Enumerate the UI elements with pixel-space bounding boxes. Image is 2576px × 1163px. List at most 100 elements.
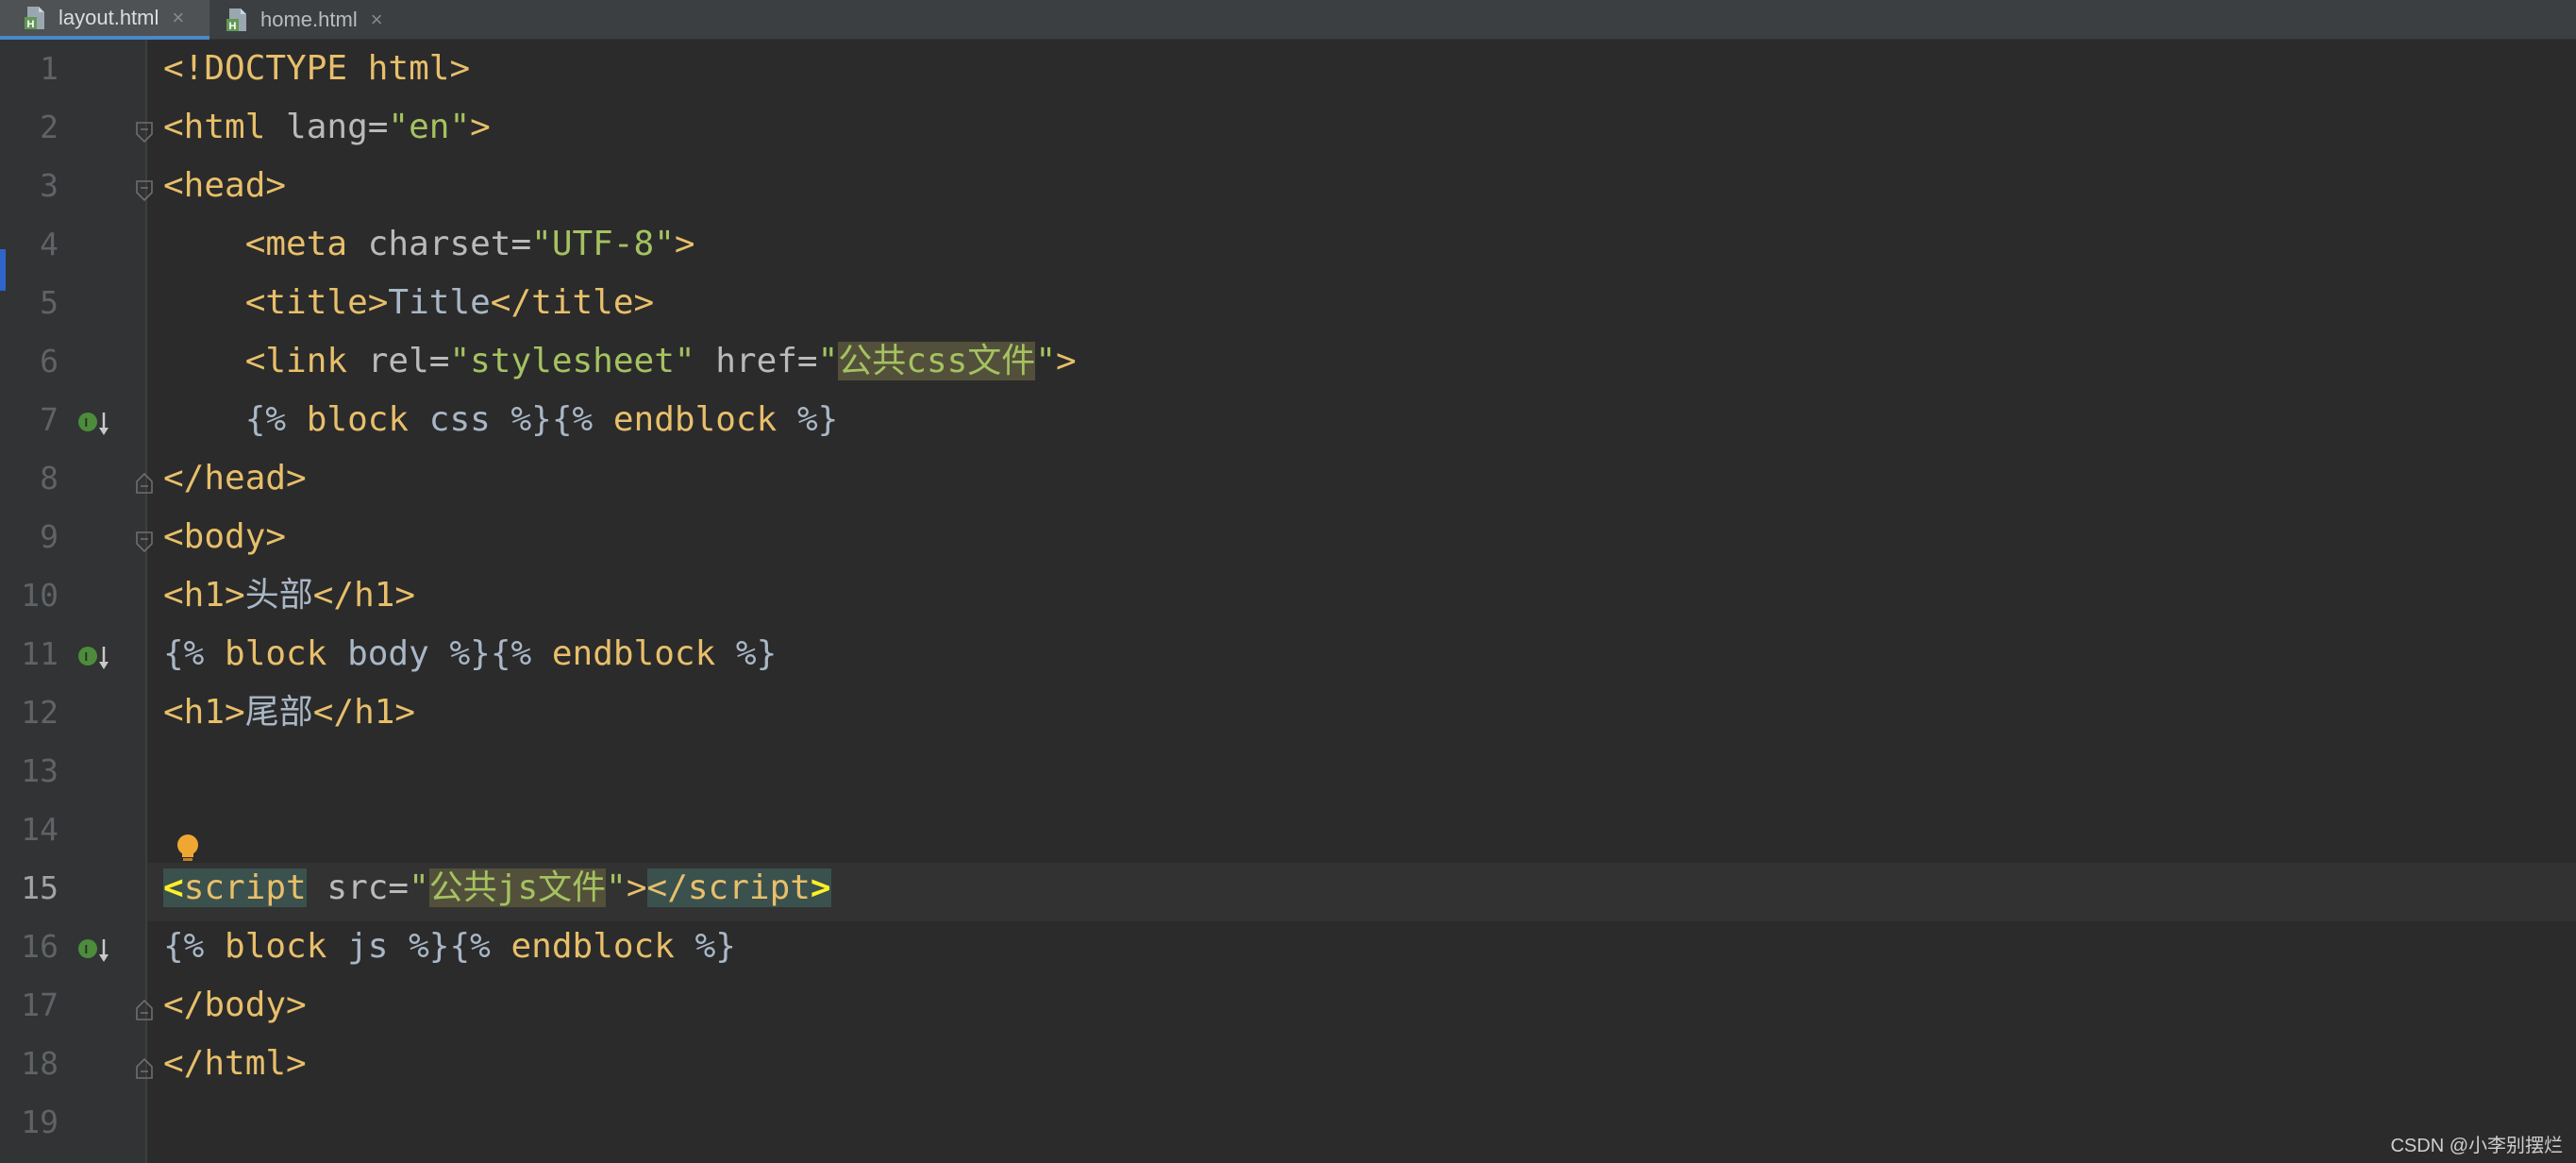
attr-name: charset=: [347, 225, 532, 263]
line-number[interactable]: 17: [6, 976, 59, 1035]
code-line-6: <link rel="stylesheet" href="公共css文件">: [163, 332, 1077, 391]
svg-text:I: I: [85, 415, 89, 430]
fold-marker-icon[interactable]: [135, 121, 154, 143]
head-close-tag: </head>: [163, 459, 307, 497]
line-number[interactable]: 14: [6, 801, 59, 859]
code-line-1: <!DOCTYPE html>: [163, 40, 470, 98]
quote: ": [606, 868, 627, 907]
code-line-12: <h1>尾部</h1>: [163, 683, 415, 742]
code-line-11: {% block body %}{% endblock %}: [163, 625, 777, 683]
template-keyword: block: [286, 400, 410, 439]
doctype-rest: html>: [347, 49, 471, 88]
fold-marker-icon[interactable]: [135, 472, 154, 495]
line-number[interactable]: 12: [6, 683, 59, 742]
template-delim: %}: [388, 927, 450, 966]
code-line-10: <h1>头部</h1>: [163, 566, 415, 625]
svg-text:I: I: [85, 942, 89, 956]
close-tab-icon[interactable]: ×: [371, 8, 383, 32]
tag-bracket: <: [163, 868, 184, 907]
line-number[interactable]: 10: [6, 566, 59, 625]
tag-close: >: [626, 868, 647, 907]
tag-close: >: [470, 108, 491, 146]
h1-close-tag: </h1>: [312, 693, 416, 732]
fold-marker-icon[interactable]: [135, 179, 154, 202]
code-editor[interactable]: [147, 40, 2576, 1163]
meta-tag: <meta: [244, 225, 348, 263]
script-open-tag: script: [183, 868, 307, 907]
attr-value: "UTF-8": [531, 225, 675, 263]
line-number[interactable]: 18: [6, 1035, 59, 1093]
body-open-tag: <body>: [163, 517, 287, 556]
fold-marker-icon[interactable]: [135, 531, 154, 553]
line-number[interactable]: 5: [6, 274, 59, 332]
template-delim: {%: [163, 927, 205, 966]
code-line-7: {% block css %}{% endblock %}: [163, 391, 839, 449]
template-delim: %}: [715, 634, 778, 673]
implemented-block-icon[interactable]: I: [77, 410, 109, 438]
template-delim: %}: [674, 927, 736, 966]
fold-marker-icon[interactable]: [135, 1057, 154, 1080]
code-line-3: <head>: [163, 157, 286, 215]
body-close-tag: </body>: [163, 986, 307, 1024]
tab-label: layout.html: [59, 6, 159, 29]
line-number[interactable]: 6: [6, 332, 59, 391]
code-line-9: <body>: [163, 508, 286, 566]
line-number[interactable]: 3: [6, 157, 59, 215]
implemented-block-icon[interactable]: I: [77, 936, 109, 965]
tab-label: home.html: [260, 8, 358, 31]
code-line-2: <html lang="en">: [163, 98, 491, 157]
title-open-tag: <title>: [244, 283, 389, 322]
line-number[interactable]: 15: [6, 859, 59, 918]
tag-close: >: [1056, 342, 1077, 380]
editor-tab-bar: H layout.html × H home.html ×: [0, 0, 2576, 40]
line-number[interactable]: 9: [6, 508, 59, 566]
attr-name: rel=: [347, 342, 450, 380]
line-number[interactable]: 1: [6, 40, 59, 98]
h1-open-tag: <h1>: [163, 693, 245, 732]
h1-text: 头部: [244, 576, 313, 615]
quote: ": [409, 868, 429, 907]
code-line-5: <title>Title</title>: [163, 274, 654, 332]
template-delim: {%: [163, 634, 205, 673]
attr-name: src=: [306, 868, 410, 907]
line-number[interactable]: 13: [6, 742, 59, 801]
h1-open-tag: <h1>: [163, 576, 245, 615]
line-number[interactable]: 2: [6, 98, 59, 157]
implemented-block-icon[interactable]: I: [77, 644, 109, 672]
fold-marker-icon[interactable]: [135, 999, 154, 1021]
attr-name: href=: [694, 342, 818, 380]
template-delim: %}: [490, 400, 552, 439]
attr-name: lang=: [265, 108, 389, 146]
line-number[interactable]: 16: [6, 918, 59, 976]
template-keyword: endblock: [490, 927, 675, 966]
tab-home-html[interactable]: H home.html ×: [209, 0, 408, 40]
code-line-16: {% block js %}{% endblock %}: [163, 918, 736, 976]
quote: ": [817, 342, 839, 380]
block-name: js: [326, 927, 389, 966]
quote: ": [1035, 342, 1056, 380]
line-number[interactable]: 7: [6, 391, 59, 449]
title-close-tag: </title>: [490, 283, 655, 322]
code-line-15: <script src="公共js文件"></script>: [163, 859, 831, 918]
tab-layout-html[interactable]: H layout.html ×: [0, 0, 209, 40]
html-file-icon: H: [226, 8, 249, 32]
line-number[interactable]: 4: [6, 215, 59, 274]
tag-bracket: >: [810, 868, 831, 907]
template-delim: %}: [428, 634, 491, 673]
svg-text:H: H: [229, 21, 237, 32]
line-number[interactable]: 11: [6, 625, 59, 683]
close-tab-icon[interactable]: ×: [172, 6, 184, 30]
template-keyword: endblock: [531, 634, 716, 673]
line-number[interactable]: 8: [6, 449, 59, 508]
doctype: <!DOCTYPE: [163, 49, 348, 88]
line-number[interactable]: 19: [6, 1093, 59, 1152]
svg-text:I: I: [85, 649, 89, 664]
template-delim: {%: [449, 927, 491, 966]
attr-value: "stylesheet": [449, 342, 695, 380]
attr-value: "en": [388, 108, 471, 146]
code-line-18: </html>: [163, 1035, 307, 1093]
